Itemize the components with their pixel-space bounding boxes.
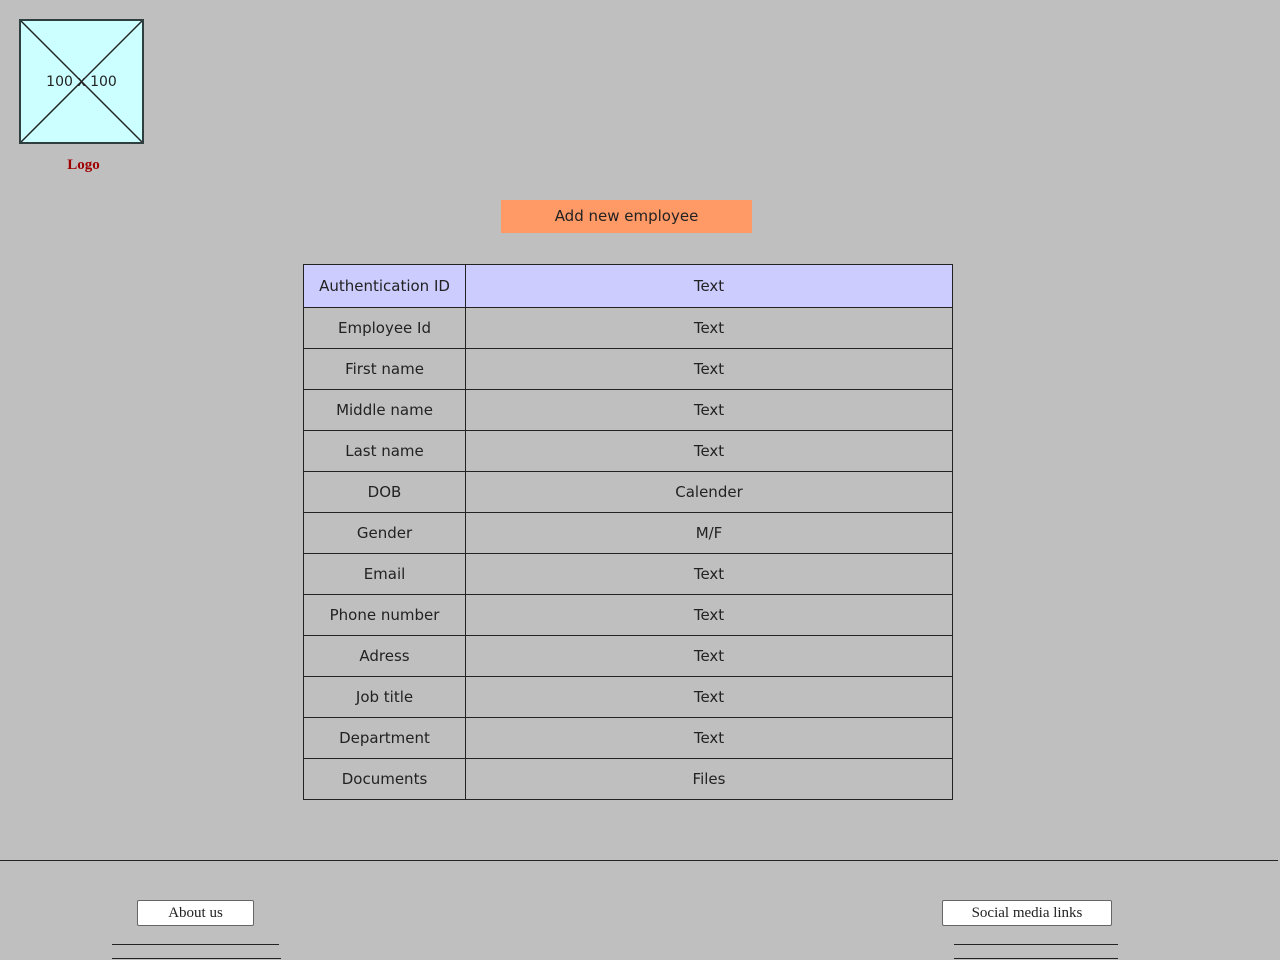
field-label: Phone number [303, 594, 466, 636]
field-label: Authentication ID [303, 264, 466, 308]
table-row: Employee Id Text [303, 307, 953, 349]
field-label: DOB [303, 471, 466, 513]
field-label: Job title [303, 676, 466, 718]
about-us-underline [112, 944, 279, 945]
field-input-type[interactable]: Text [465, 553, 953, 595]
field-label: Last name [303, 430, 466, 472]
table-row: Gender M/F [303, 512, 953, 554]
table-row: DOB Calender [303, 471, 953, 513]
table-row: Job title Text [303, 676, 953, 718]
field-label: Email [303, 553, 466, 595]
table-row: Phone number Text [303, 594, 953, 636]
field-label: Adress [303, 635, 466, 677]
table-row: Department Text [303, 717, 953, 759]
field-label: First name [303, 348, 466, 390]
social-media-links-button[interactable]: Social media links [942, 900, 1112, 926]
add-new-employee-button[interactable]: Add new employee [501, 200, 752, 233]
social-media-underline-2 [954, 958, 1118, 959]
field-input-type[interactable]: Text [465, 676, 953, 718]
table-row: Middle name Text [303, 389, 953, 431]
field-input-type[interactable]: Text [465, 264, 953, 308]
field-input-type[interactable]: Calender [465, 471, 953, 513]
field-input-type[interactable]: Text [465, 594, 953, 636]
social-media-underline [954, 944, 1118, 945]
field-label: Department [303, 717, 466, 759]
table-row: Documents Files [303, 758, 953, 800]
table-header-row: Authentication ID Text [303, 264, 953, 308]
table-row: Adress Text [303, 635, 953, 677]
table-row: Last name Text [303, 430, 953, 472]
about-us-button[interactable]: About us [137, 900, 254, 926]
field-label: Documents [303, 758, 466, 800]
table-row: First name Text [303, 348, 953, 390]
employee-form-table: Authentication ID Text Employee Id Text Fi… [303, 264, 953, 800]
field-label: Gender [303, 512, 466, 554]
table-row: Email Text [303, 553, 953, 595]
logo-placeholder-size: 100 x 100 [46, 74, 117, 90]
field-input-type[interactable]: Text [465, 635, 953, 677]
footer-divider [0, 860, 1278, 861]
field-input-type[interactable]: Text [465, 430, 953, 472]
about-us-underline-2 [112, 958, 281, 959]
logo-image-placeholder: 100 x 100 [19, 19, 144, 144]
field-label: Middle name [303, 389, 466, 431]
field-input-type[interactable]: Text [465, 717, 953, 759]
field-label: Employee Id [303, 307, 466, 349]
field-input-type[interactable]: Text [465, 348, 953, 390]
field-input-type[interactable]: Text [465, 389, 953, 431]
field-input-type[interactable]: Text [465, 307, 953, 349]
field-input-type[interactable]: M/F [465, 512, 953, 554]
field-input-type[interactable]: Files [465, 758, 953, 800]
logo-caption: Logo [67, 157, 100, 173]
